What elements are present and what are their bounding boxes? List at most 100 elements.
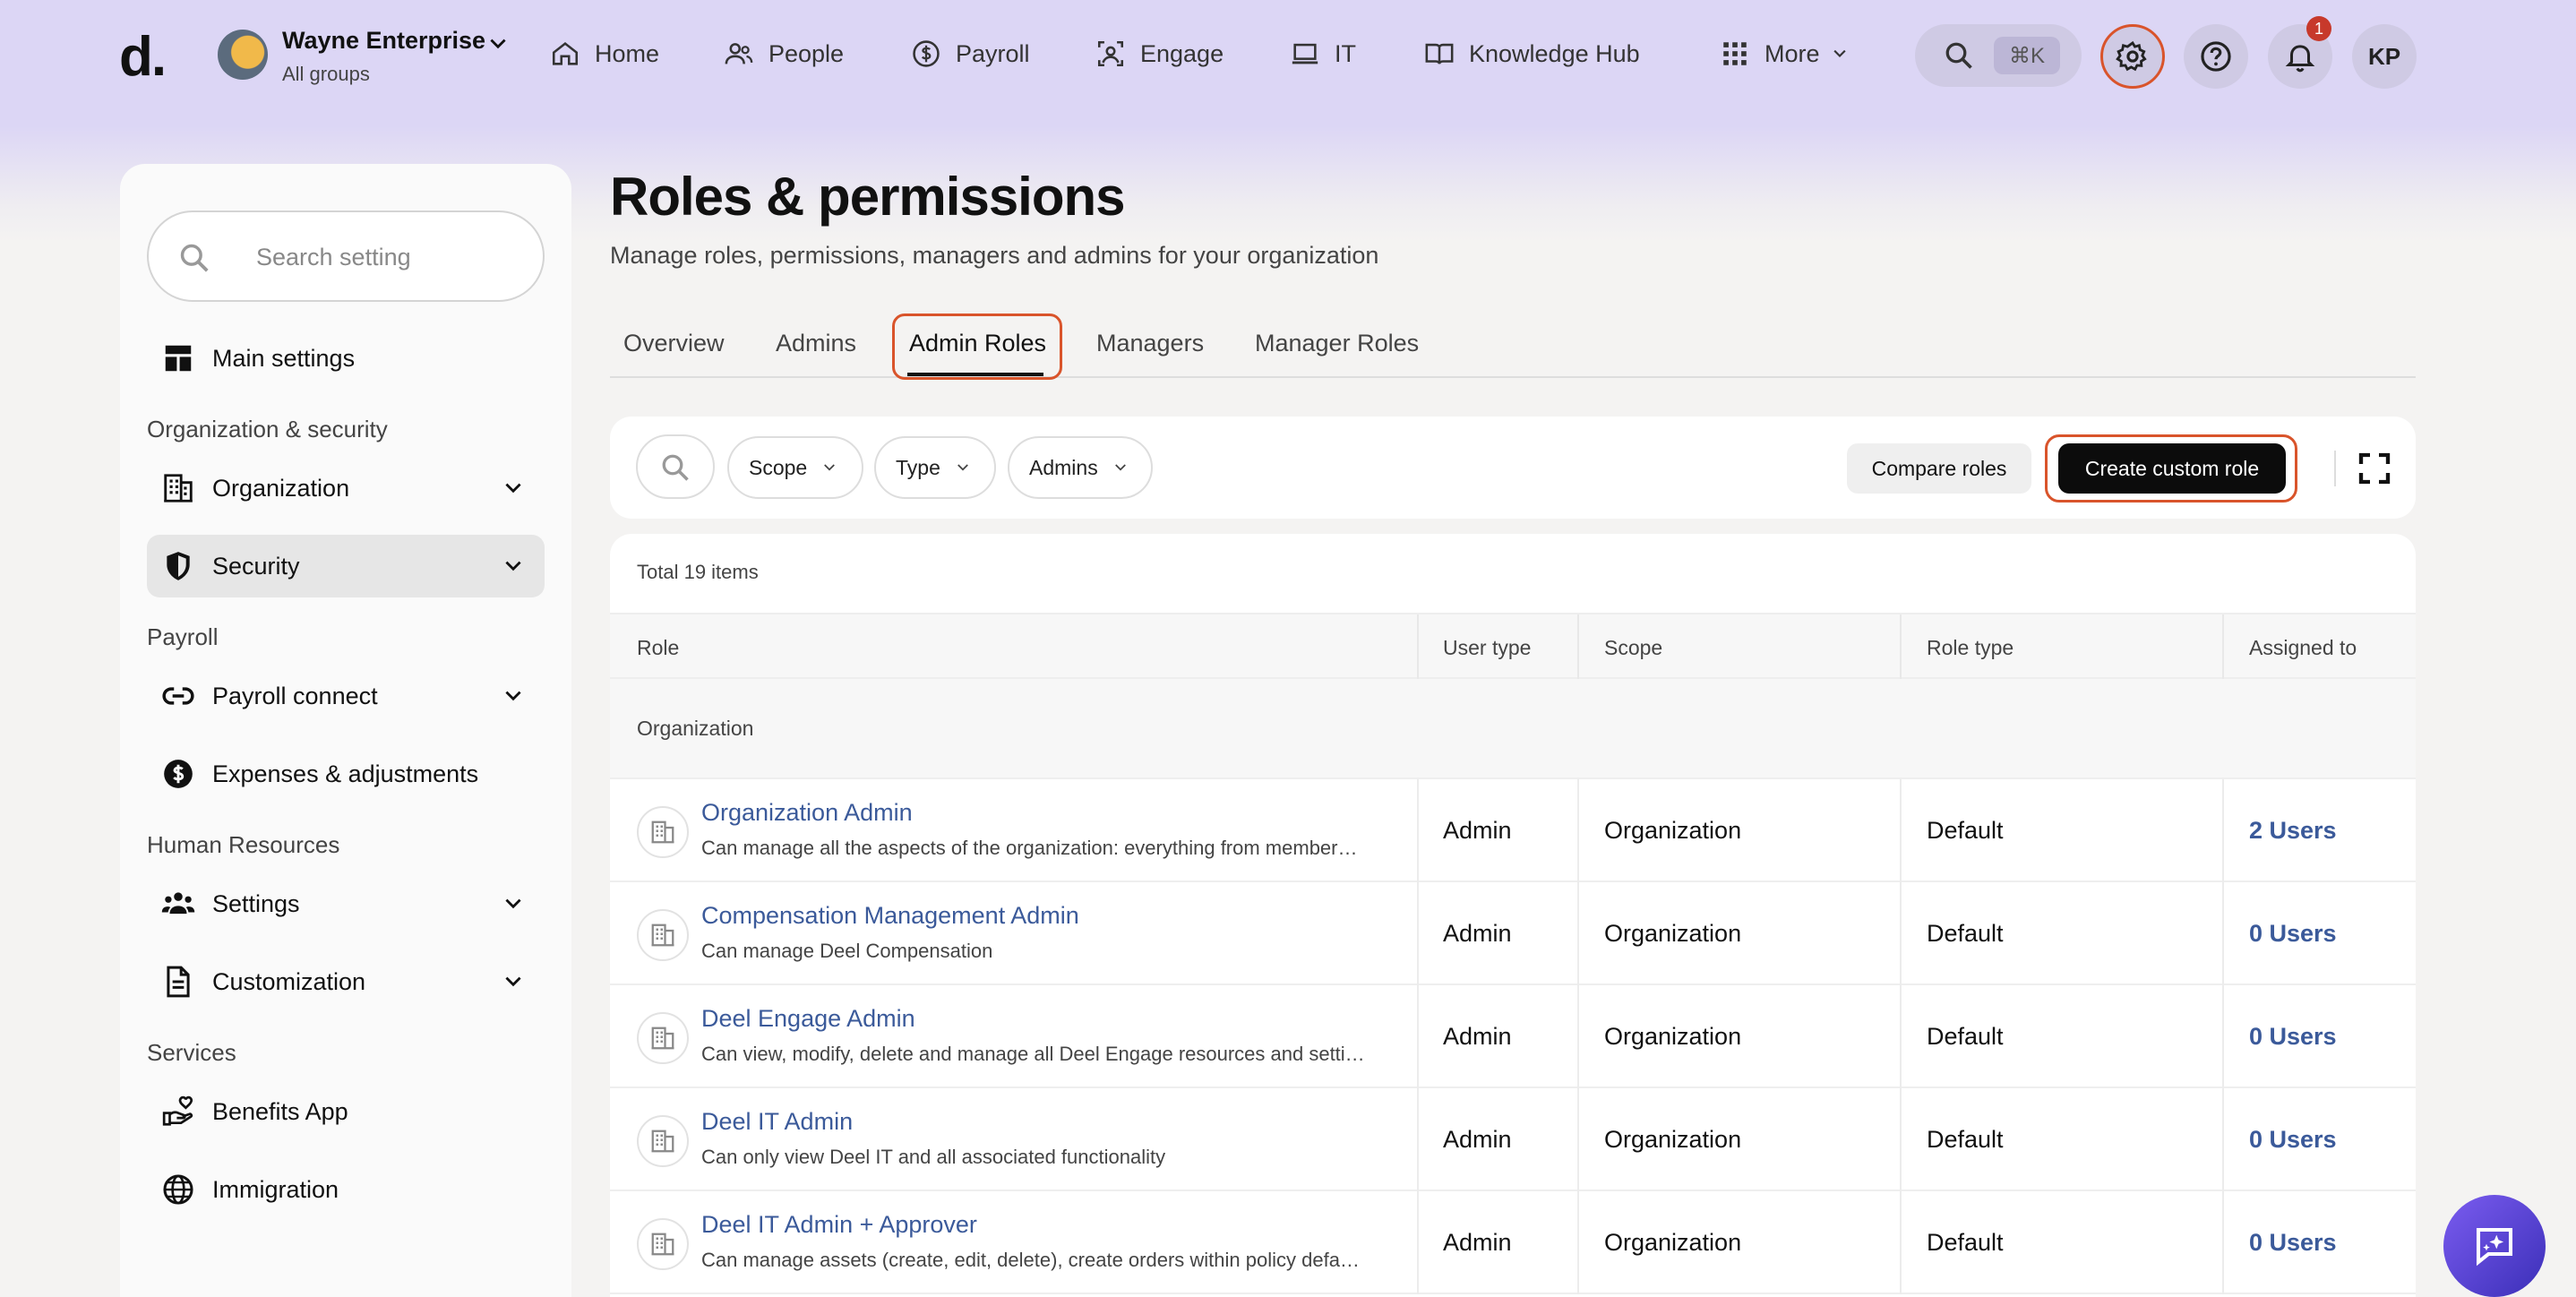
deel-logo[interactable]: d.	[119, 25, 167, 89]
chevron-down-icon	[505, 561, 521, 571]
column-divider	[2222, 882, 2224, 985]
row-icon	[637, 1012, 689, 1064]
tab-overview[interactable]: Overview	[623, 330, 725, 357]
table-row[interactable]: Deel Engage Admin Can view, modify, dele…	[610, 985, 2416, 1088]
column-assigned-to[interactable]: Assigned to	[2249, 636, 2357, 660]
search-icon	[662, 454, 689, 481]
sidebar-item-label: Immigration	[212, 1175, 339, 1203]
role-name-link[interactable]: Organization Admin	[701, 799, 913, 827]
nav-knowledge-hub[interactable]: Knowledge Hub	[1424, 36, 1640, 72]
sidebar-item-immigration[interactable]: Immigration	[147, 1158, 545, 1221]
table-search-button[interactable]	[636, 434, 715, 499]
tab-admins[interactable]: Admins	[776, 330, 856, 357]
column-divider	[1577, 614, 1579, 681]
chevron-down-icon	[1833, 49, 1846, 58]
column-divider	[1900, 985, 1902, 1088]
nav-engage[interactable]: Engage	[1095, 36, 1224, 72]
tab-manager-roles[interactable]: Manager Roles	[1255, 330, 1419, 357]
column-divider	[1577, 882, 1579, 985]
sidebar-item-organization[interactable]: Organization	[147, 457, 545, 520]
create-custom-role-button[interactable]: Create custom role	[2058, 443, 2286, 494]
column-divider	[1900, 614, 1902, 681]
nav-people[interactable]: People	[724, 36, 844, 72]
user-avatar[interactable]: KP	[2352, 24, 2417, 89]
role-type-cell: Default	[1927, 1229, 2004, 1256]
role-name-link[interactable]: Deel IT Admin	[701, 1108, 853, 1136]
table-row[interactable]: Deel IT Admin + Approver Can manage asse…	[610, 1191, 2416, 1294]
search-icon	[180, 244, 209, 272]
nav-payroll[interactable]: Payroll	[911, 36, 1030, 72]
sidebar-item-label: Customization	[212, 967, 366, 995]
compare-roles-button[interactable]: Compare roles	[1847, 443, 2031, 494]
column-role[interactable]: Role	[637, 636, 679, 660]
tab-bar: Overview Admins Admin Roles Managers Man…	[610, 314, 2416, 378]
sidebar-group-hr: Human Resources	[147, 831, 340, 858]
nav-home[interactable]: Home	[550, 36, 659, 72]
column-divider	[1900, 779, 1902, 882]
nav-it[interactable]: IT	[1290, 36, 1356, 72]
column-divider	[1577, 985, 1579, 1088]
table-row[interactable]: Organization Admin Can manage all the as…	[610, 779, 2416, 882]
column-divider	[1577, 1191, 1579, 1294]
filter-type[interactable]: Type	[874, 436, 996, 499]
column-role-type[interactable]: Role type	[1927, 636, 2014, 660]
page-title: Roles & permissions	[610, 167, 1126, 227]
link-icon	[162, 687, 194, 705]
ai-assistant-button[interactable]	[2443, 1195, 2546, 1297]
column-user-type[interactable]: User type	[1443, 636, 1531, 660]
chevron-down-icon[interactable]	[486, 32, 510, 56]
user-type-cell: Admin	[1443, 1126, 1512, 1153]
roles-table: Total 19 items Role User type Scope Role…	[610, 534, 2416, 1297]
column-scope[interactable]: Scope	[1604, 636, 1662, 660]
settings-sidebar: Search setting Main settings Organizatio…	[120, 164, 571, 1297]
dashboard-icon	[165, 345, 192, 372]
sidebar-item-expenses[interactable]: Expenses & adjustments	[147, 743, 545, 805]
table-header: Role User type Scope Role type Assigned …	[610, 613, 2416, 681]
assigned-users-link[interactable]: 0 Users	[2249, 1126, 2337, 1154]
role-name-link[interactable]: Compensation Management Admin	[701, 902, 1079, 930]
sidebar-item-benefits[interactable]: Benefits App	[147, 1080, 545, 1143]
role-type-cell: Default	[1927, 920, 2004, 947]
org-name[interactable]: Wayne Enterprise	[282, 27, 485, 55]
book-icon	[1425, 43, 1454, 64]
filter-admins[interactable]: Admins	[1008, 436, 1153, 499]
table-row[interactable]: Deel IT Admin Can only view Deel IT and …	[610, 1088, 2416, 1191]
sidebar-search-input[interactable]: Search setting	[147, 210, 545, 302]
role-name-link[interactable]: Deel IT Admin + Approver	[701, 1211, 977, 1239]
building-icon	[651, 820, 674, 844]
org-avatar[interactable]	[218, 30, 268, 80]
nav-more[interactable]: More	[1720, 36, 1863, 72]
assigned-users-link[interactable]: 0 Users	[2249, 1023, 2337, 1051]
sidebar-item-main-settings[interactable]: Main settings	[147, 327, 545, 390]
building-icon	[651, 1026, 674, 1050]
sidebar-item-payroll-connect[interactable]: Payroll connect	[147, 665, 545, 727]
global-search-button[interactable]: ⌘K	[1915, 24, 2082, 87]
table-row[interactable]: Compensation Management Admin Can manage…	[610, 882, 2416, 985]
scope-cell: Organization	[1604, 1229, 1742, 1256]
column-divider	[1900, 1088, 1902, 1191]
filter-scope[interactable]: Scope	[727, 436, 863, 499]
sidebar-item-customization[interactable]: Customization	[147, 950, 545, 1013]
assigned-users-link[interactable]: 0 Users	[2249, 920, 2337, 948]
sidebar-item-hr-settings[interactable]: Settings	[147, 872, 545, 935]
row-icon	[637, 909, 689, 961]
assigned-users-link[interactable]: 2 Users	[2249, 817, 2337, 845]
org-group-label: All groups	[282, 63, 370, 85]
filter-label: Admins	[1029, 455, 1098, 479]
chevron-down-icon	[1114, 464, 1126, 471]
team-icon	[161, 892, 195, 915]
column-divider	[1417, 614, 1419, 681]
user-type-cell: Admin	[1443, 817, 1512, 844]
table-toolbar: Scope Type Admins Compare roles Create c…	[610, 417, 2416, 519]
home-icon	[552, 42, 579, 65]
sidebar-item-label: Organization	[212, 474, 350, 502]
user-type-cell: Admin	[1443, 920, 1512, 947]
sidebar-item-security[interactable]: Security	[147, 535, 545, 597]
tab-managers[interactable]: Managers	[1096, 330, 1204, 357]
help-button[interactable]	[2184, 24, 2248, 89]
assigned-users-link[interactable]: 0 Users	[2249, 1229, 2337, 1257]
settings-button[interactable]	[2100, 24, 2165, 89]
expand-icon[interactable]	[2357, 451, 2392, 486]
role-name-link[interactable]: Deel Engage Admin	[701, 1005, 915, 1033]
globe-icon	[163, 1174, 193, 1205]
